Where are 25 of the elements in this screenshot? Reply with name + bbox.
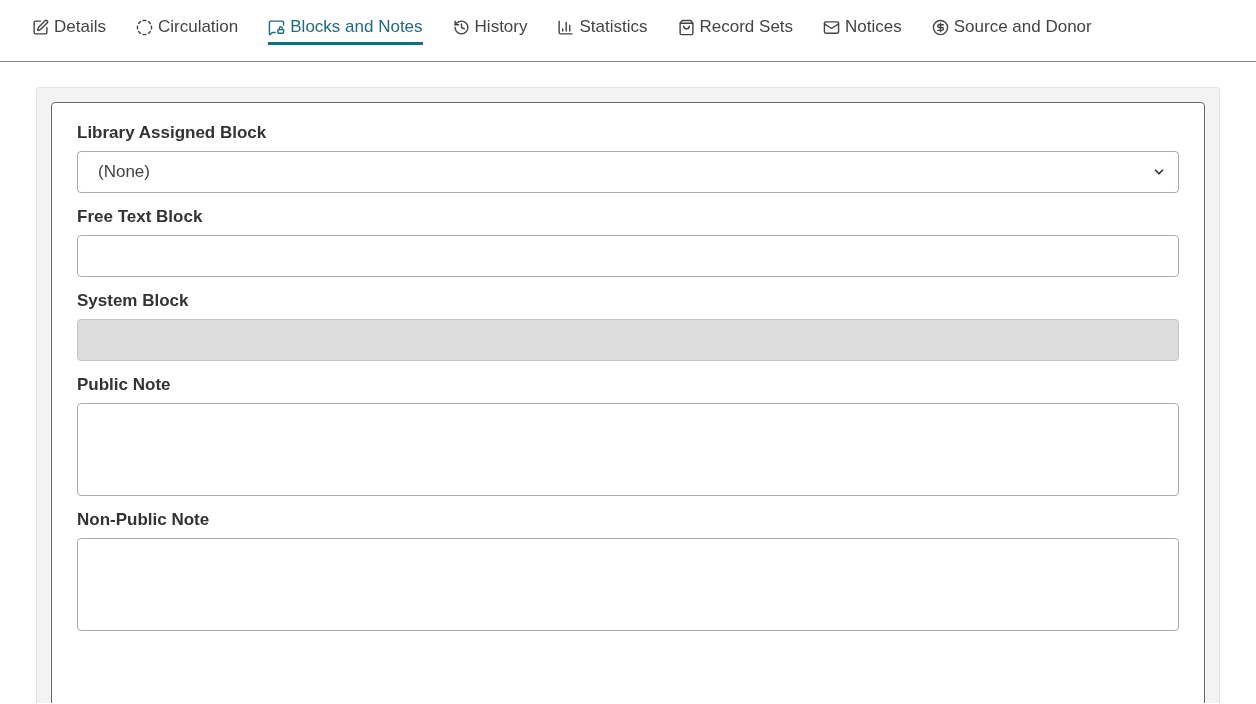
tab[interactable]: Source and Donor	[931, 17, 1092, 45]
field-label: Library Assigned Block	[77, 123, 268, 143]
tab[interactable]: History	[452, 17, 528, 45]
field-label: Public Note	[77, 375, 172, 395]
bag-icon	[677, 18, 695, 36]
tab[interactable]: Blocks and Notes	[268, 17, 423, 45]
envelope-icon	[823, 18, 841, 36]
text-area[interactable]	[77, 538, 1179, 631]
field-label: System Block	[77, 291, 190, 311]
input-field[interactable]	[77, 235, 1179, 277]
tab[interactable]: Record Sets	[677, 17, 794, 45]
dashed-circle-icon	[135, 18, 153, 36]
text-area[interactable]	[77, 403, 1179, 496]
tab[interactable]: Details	[32, 17, 106, 45]
field-label: Non-Public Note	[77, 510, 211, 530]
speech-bubble-lock-icon	[268, 18, 286, 36]
pencil-square-icon	[32, 18, 49, 36]
select-field[interactable]: (None)	[77, 151, 1179, 193]
tab[interactable]: Statistics	[557, 17, 648, 45]
tab[interactable]: Circulation	[135, 17, 239, 45]
history-icon	[452, 18, 470, 36]
field-label: Free Text Block	[77, 207, 204, 227]
dollar-circle-icon	[931, 18, 949, 36]
tab[interactable]: Notices	[823, 17, 902, 45]
bar-chart-icon	[557, 18, 575, 36]
